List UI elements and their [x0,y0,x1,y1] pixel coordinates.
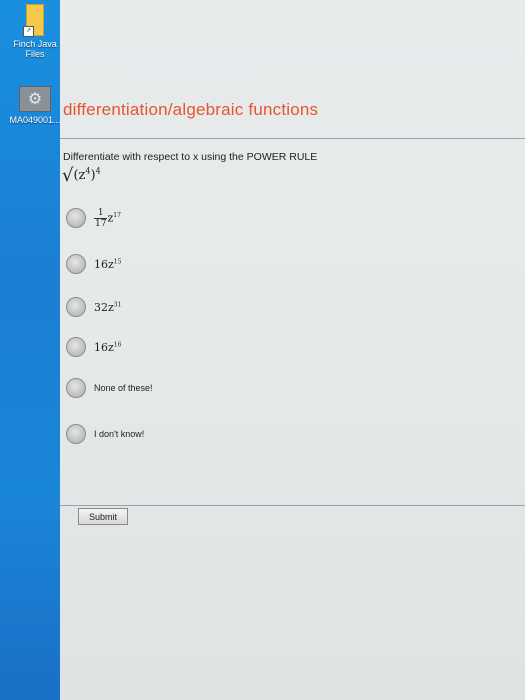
divider [60,505,525,506]
answer-option-4[interactable]: 16z16 [66,333,121,361]
radio-button[interactable] [66,337,86,357]
option-expression: 16z15 [94,257,122,271]
radio-button[interactable] [66,424,86,444]
option-text: None of these! [94,383,153,393]
divider [60,138,525,139]
option-expression: 1 17 z17 [94,207,121,229]
radio-button[interactable] [66,297,86,317]
radio-button[interactable] [66,378,86,398]
question-text: Differentiate with respect to x using th… [63,151,318,163]
answer-option-5[interactable]: None of these! [66,374,153,402]
quiz-page: differentiation/algebraic functions Diff… [60,0,525,700]
radio-button[interactable] [66,254,86,274]
answer-option-2[interactable]: 16z15 [66,250,121,278]
option-expression: 16z16 [94,340,122,354]
answer-option-1[interactable]: 1 17 z17 [66,204,121,232]
page-title: differentiation/algebraic functions [63,100,319,119]
answer-option-3[interactable]: 32z31 [66,293,121,321]
option-expression: 32z31 [94,300,122,314]
gear-icon: ⚙ [19,86,51,112]
folder-icon: ↗ [23,4,44,37]
radio-button[interactable] [66,208,86,228]
option-text: I don't know! [94,429,145,439]
answer-option-6[interactable]: I don't know! [66,420,144,448]
submit-button[interactable]: Submit [78,508,128,525]
question-expression: √(z4)4 [62,165,101,186]
